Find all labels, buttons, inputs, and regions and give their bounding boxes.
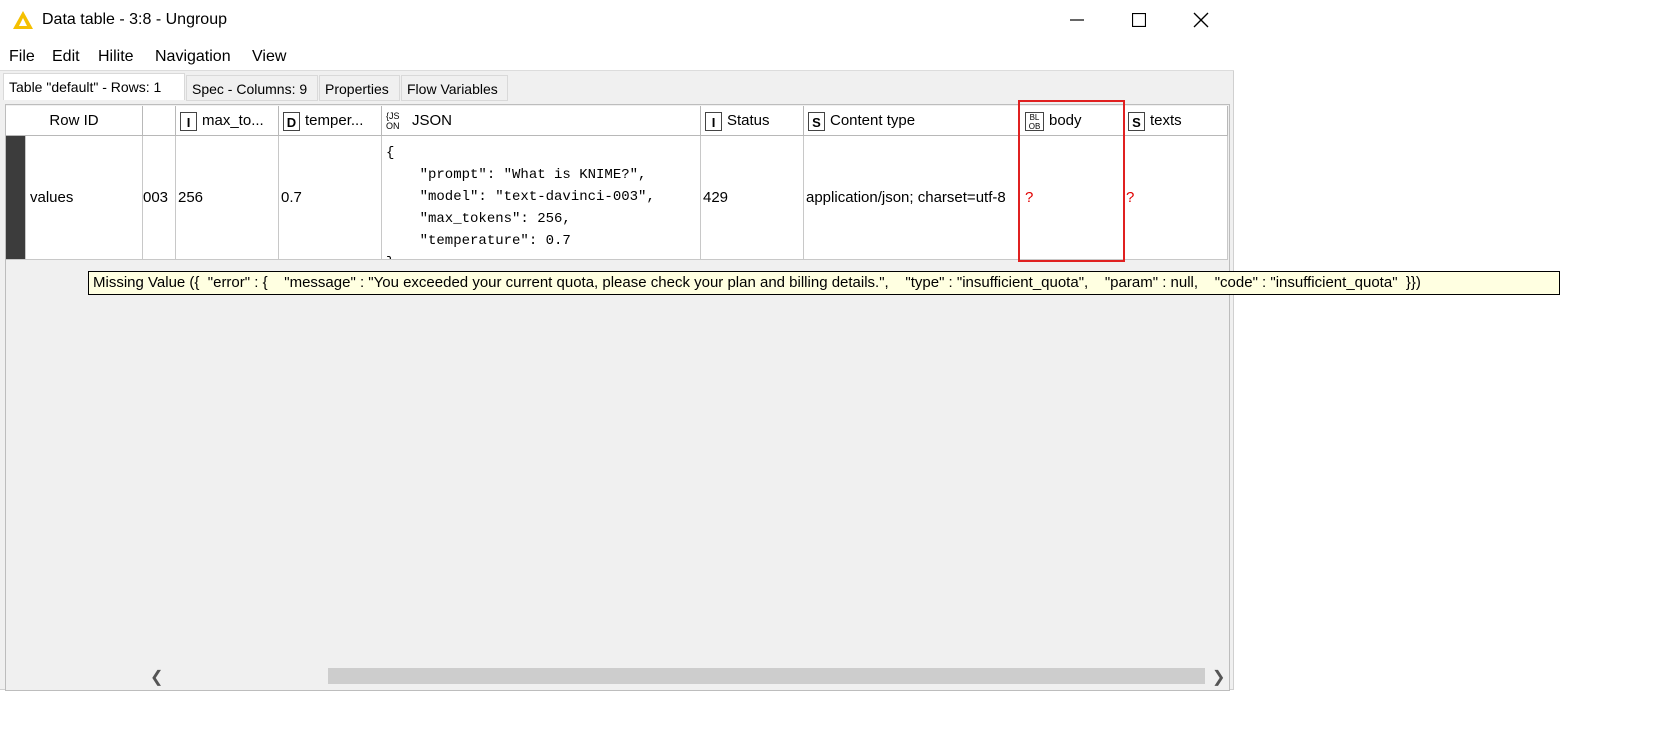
- cell-value: 256: [178, 189, 204, 206]
- minimize-icon: [1070, 19, 1084, 21]
- cell-json[interactable]: { "prompt": "What is KNIME?", "model": "…: [382, 136, 701, 260]
- maximize-icon: [1132, 13, 1146, 27]
- menu-file[interactable]: File: [9, 48, 35, 66]
- scrollbar-thumb[interactable]: [328, 668, 1205, 684]
- header-label: temper...: [305, 112, 364, 129]
- header-temperature[interactable]: Dtemper...: [279, 106, 382, 136]
- scroll-right-icon[interactable]: ❯: [1212, 667, 1225, 687]
- string-type-icon: S: [808, 111, 825, 131]
- menu-edit[interactable]: Edit: [52, 48, 80, 66]
- cell-max-tokens[interactable]: 256: [176, 136, 279, 260]
- highlight-rectangle: [1018, 100, 1125, 262]
- close-icon: [1193, 12, 1209, 28]
- tab-properties[interactable]: Properties: [319, 75, 400, 101]
- missing-value-marker: ?: [1126, 189, 1135, 206]
- header-texts[interactable]: Stexts: [1124, 106, 1228, 136]
- header-label: JSON: [412, 112, 453, 129]
- minimize-button[interactable]: [1046, 0, 1108, 40]
- header-label: Row ID: [49, 112, 99, 129]
- header-label: max_to...: [202, 112, 264, 129]
- tab-table[interactable]: Table "default" - Rows: 1: [3, 73, 185, 100]
- horizontal-scrollbar[interactable]: ❮ ❯: [144, 664, 1229, 688]
- menu-navigation[interactable]: Navigation: [155, 48, 231, 66]
- integer-type-icon: I: [705, 111, 722, 131]
- cell-value: 003: [143, 189, 169, 206]
- string-type-icon: S: [1128, 111, 1145, 131]
- tab-flow-variables[interactable]: Flow Variables: [401, 75, 508, 101]
- cell-row-id[interactable]: values: [26, 136, 143, 260]
- json-type-icon: {JS ON: [386, 111, 400, 132]
- cell-texts[interactable]: ?: [1124, 136, 1228, 260]
- cell-value: values: [30, 189, 74, 206]
- menu-hilite[interactable]: Hilite: [98, 48, 134, 66]
- scroll-left-icon[interactable]: ❮: [150, 667, 163, 687]
- integer-type-icon: I: [180, 111, 197, 131]
- cell-temperature[interactable]: 0.7: [279, 136, 382, 260]
- knime-app-icon: [13, 11, 33, 29]
- header-col-1[interactable]: [143, 106, 176, 136]
- header-row-id[interactable]: Row ID: [6, 106, 143, 136]
- window-title: Data table - 3:8 - Ungroup: [42, 11, 227, 28]
- cell-col-1[interactable]: 003: [143, 136, 176, 260]
- maximize-button[interactable]: [1108, 0, 1170, 40]
- header-max-tokens[interactable]: Imax_to...: [176, 106, 279, 136]
- cell-value: 0.7: [281, 189, 302, 206]
- cell-value: 429: [703, 189, 729, 206]
- header-status[interactable]: I Status: [701, 106, 804, 136]
- double-type-icon: D: [283, 111, 300, 131]
- menu-bar: File Edit Hilite Navigation View: [0, 40, 1234, 71]
- missing-value-tooltip: Missing Value ({ "error" : { "message" :…: [88, 271, 1560, 295]
- header-label: Status: [727, 112, 770, 129]
- menu-view[interactable]: View: [252, 48, 286, 66]
- cell-content-type[interactable]: application/json; charset=utf-8: [804, 136, 1019, 260]
- cell-value: application/json; charset=utf-8: [806, 189, 1006, 206]
- header-content-type[interactable]: S Content type: [804, 106, 1019, 136]
- title-bar: Data table - 3:8 - Ungroup: [0, 0, 1234, 40]
- header-label: Content type: [830, 112, 916, 129]
- close-button[interactable]: [1170, 0, 1232, 40]
- header-label: texts: [1150, 112, 1182, 129]
- cell-status[interactable]: 429: [701, 136, 804, 260]
- tab-spec[interactable]: Spec - Columns: 9: [186, 75, 318, 101]
- header-json[interactable]: {JS ON JSON: [382, 106, 701, 136]
- json-value: { "prompt": "What is KNIME?", "model": "…: [386, 145, 655, 259]
- row-hilite-marker: [6, 136, 26, 260]
